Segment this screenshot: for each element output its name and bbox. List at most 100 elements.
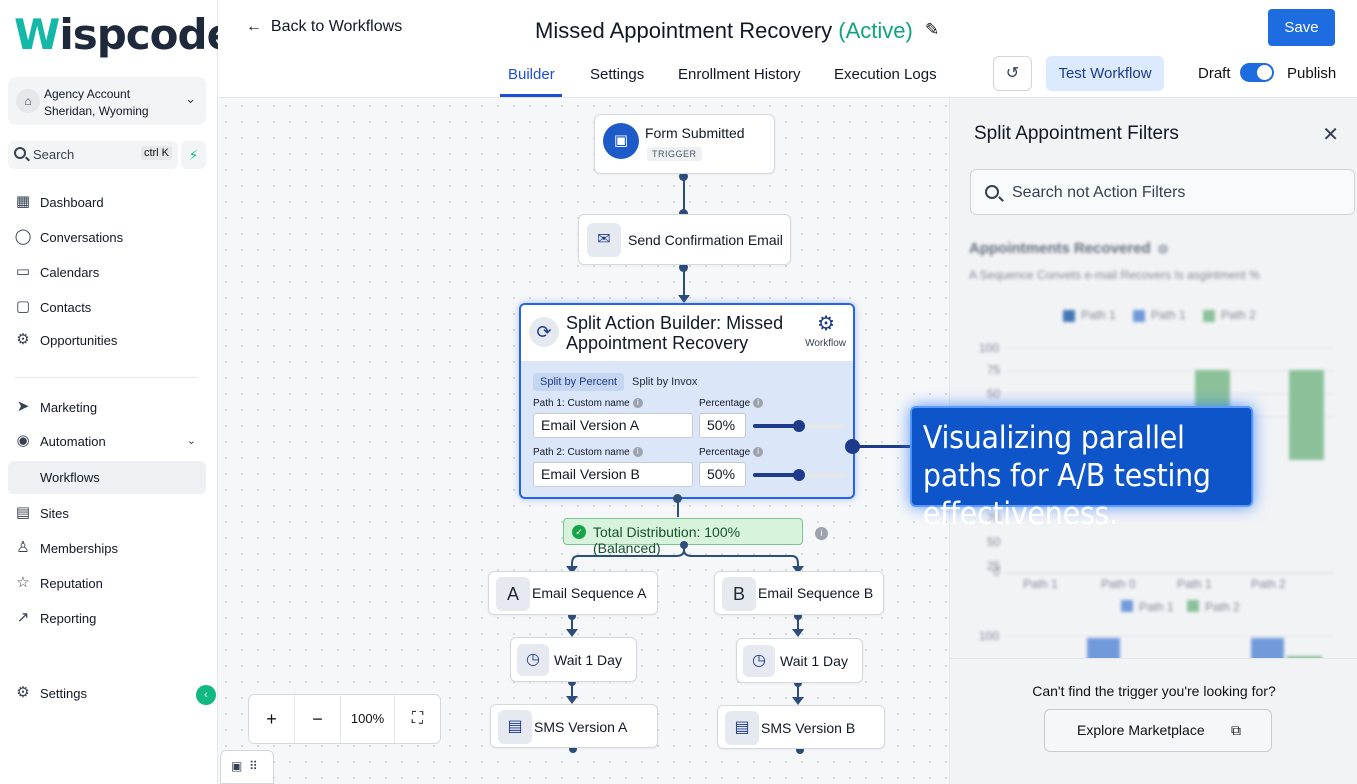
building-icon: ⌂: [16, 89, 40, 113]
account-switcher[interactable]: ⌂ Agency Account Sheridan, Wyoming ⌄: [8, 77, 206, 125]
sidebar-item-memberships[interactable]: ♙ Memberships: [8, 533, 206, 563]
email-sequence-b-node[interactable]: B Email Sequence B: [714, 571, 884, 615]
message-icon: ▤: [725, 711, 759, 745]
search-input[interactable]: Search ctrl K: [8, 141, 178, 169]
legend-item: Path 1: [1063, 308, 1116, 322]
zoom-level: 100%: [341, 695, 395, 743]
publish-toggle[interactable]: [1240, 63, 1274, 82]
clock-icon: ◷: [517, 644, 549, 676]
minimap-toggle[interactable]: ▣ ⠿: [220, 750, 274, 784]
funnel-icon: ⚙: [16, 331, 30, 348]
tick-label: Path 1: [1177, 577, 1212, 591]
sidebar-item-sites[interactable]: ▤ Sites: [8, 498, 206, 528]
history-icon: ↺: [1005, 65, 1020, 82]
brand-logo[interactable]: Wispcode: [14, 10, 235, 59]
quick-action-bolt-icon[interactable]: ⚡: [181, 141, 206, 169]
chart-bar: [1289, 370, 1324, 460]
tab-enrollment-history[interactable]: Enrollment History: [678, 66, 801, 83]
tick-label: Path 0: [1101, 577, 1136, 591]
search-icon: [985, 185, 999, 199]
chart-subtitle: A Sequence Convets e-mail Recovers Is as…: [969, 268, 1260, 282]
tick-label: Path 1: [1023, 577, 1058, 591]
sidebar-item-opportunities[interactable]: ⚙ Opportunities: [8, 325, 206, 355]
footer-question: Can't find the trigger you're looking fo…: [1032, 683, 1276, 699]
legend-swatch: [1187, 600, 1199, 612]
tab-builder[interactable]: Builder: [508, 66, 555, 83]
send-icon: ➤: [16, 398, 30, 415]
workflow-status: (Active): [838, 18, 913, 43]
legend-item: Path 1: [1133, 308, 1186, 322]
panel-footer: Can't find the trigger you're looking fo…: [950, 658, 1357, 784]
calendar-icon: ▭: [15, 263, 31, 280]
search-shortcut: ctrl K: [140, 146, 172, 160]
collapse-sidebar-button[interactable]: ‹: [196, 685, 216, 705]
sidebar-item-reporting[interactable]: ↗ Reporting: [8, 603, 206, 633]
chevron-down-icon: ⌄: [186, 435, 196, 447]
sidebar-item-workflows[interactable]: Workflows: [8, 461, 206, 494]
chart-title: Appointments Recovered i: [969, 240, 1168, 257]
zoom-controls: + − 100% ⛶: [248, 694, 441, 744]
edit-title-pencil-icon[interactable]: ✎: [925, 20, 939, 40]
publish-label: Publish: [1287, 65, 1337, 82]
tick-label: Path 2: [1251, 577, 1286, 591]
tick-label: 50: [987, 535, 1001, 549]
sms-version-a-node[interactable]: ▤ SMS Version A: [490, 704, 658, 748]
tab-settings[interactable]: Settings: [590, 66, 644, 83]
drag-handle-icon: ⠿: [249, 759, 258, 773]
save-button[interactable]: Save: [1268, 9, 1335, 46]
external-link-icon: ⧉: [1231, 722, 1241, 738]
filter-search-placeholder: Search not Action Filters: [1012, 184, 1186, 201]
workflow-canvas[interactable]: ▣ Form Submitted TRIGGER ✉ Send Confirma…: [218, 98, 949, 784]
star-icon: ☆: [16, 574, 30, 591]
automation-icon: ◉: [16, 432, 30, 449]
sms-version-b-node[interactable]: ▤ SMS Version B: [717, 705, 885, 749]
sidebar-divider: [14, 377, 198, 378]
legend-label: Path 2: [1205, 600, 1240, 614]
explore-marketplace-button[interactable]: Explore Marketplace ⧉: [1044, 709, 1272, 752]
branch-b-letter: B: [722, 577, 756, 611]
test-workflow-button[interactable]: Test Workflow: [1046, 56, 1164, 91]
grid-icon: ▦: [15, 193, 31, 210]
tick-label: 100: [979, 341, 999, 355]
zoom-out-button[interactable]: −: [295, 695, 341, 743]
sidebar-item-conversations[interactable]: ◯ Conversations: [8, 222, 206, 252]
sidebar-item-settings[interactable]: ⚙ Settings: [8, 678, 206, 708]
wait-node-b[interactable]: ◷ Wait 1 Day: [736, 638, 863, 683]
sidebar-item-dashboard[interactable]: ▦ Dashboard: [8, 187, 206, 217]
sidebar-item-calendars[interactable]: ▭ Calendars: [8, 257, 206, 287]
legend-item: Path 2: [1203, 308, 1256, 322]
tick-label: 50: [987, 387, 1001, 401]
tick-label: 0: [993, 565, 1000, 579]
branch-a-letter: A: [496, 577, 530, 611]
back-to-workflows-link[interactable]: ← Back to Workflows: [246, 18, 402, 36]
gear-icon: ⚙: [16, 684, 30, 701]
sidebar-item-contacts[interactable]: ▢ Contacts: [8, 292, 206, 322]
sidebar: Wispcode ⌂ Agency Account Sheridan, Wyom…: [0, 0, 235, 784]
filter-search-input[interactable]: Search not Action Filters: [970, 169, 1355, 215]
search-icon: [14, 147, 26, 159]
close-icon[interactable]: ✕: [1322, 122, 1339, 147]
callout-tooltip: Visualizing parallel paths for A/B testi…: [910, 406, 1254, 532]
email-sequence-a-node[interactable]: A Email Sequence A: [488, 571, 658, 615]
sidebar-item-marketing[interactable]: ➤ Marketing: [8, 392, 206, 422]
zoom-in-button[interactable]: +: [249, 695, 295, 743]
legend-swatch: [1121, 600, 1133, 612]
tab-execution-logs[interactable]: Execution Logs: [834, 66, 937, 83]
workflow-title: Missed Appointment Recovery (Active): [535, 18, 913, 43]
panel-title: Split Appointment Filters: [974, 123, 1179, 144]
version-history-button[interactable]: ↺: [993, 56, 1032, 91]
clock-icon: ◷: [743, 645, 775, 677]
arrow-left-icon: ←: [246, 18, 271, 35]
active-tab-indicator: [500, 94, 562, 97]
account-title: Agency Account: [44, 87, 131, 101]
sidebar-item-automation[interactable]: ◉ Automation ⌄: [8, 426, 206, 456]
workflow-header: ← Back to Workflows Missed Appointment R…: [218, 0, 1357, 98]
tick-label: 100: [979, 629, 999, 643]
tick-label: 75: [987, 363, 1001, 377]
legend-label: Path 1: [1139, 600, 1174, 614]
sites-icon: ▤: [15, 504, 31, 521]
fit-to-screen-icon[interactable]: ⛶: [395, 695, 440, 743]
wait-node-a[interactable]: ◷ Wait 1 Day: [510, 637, 637, 682]
sidebar-item-reputation[interactable]: ☆ Reputation: [8, 568, 206, 598]
trend-icon: ↗: [16, 609, 30, 626]
